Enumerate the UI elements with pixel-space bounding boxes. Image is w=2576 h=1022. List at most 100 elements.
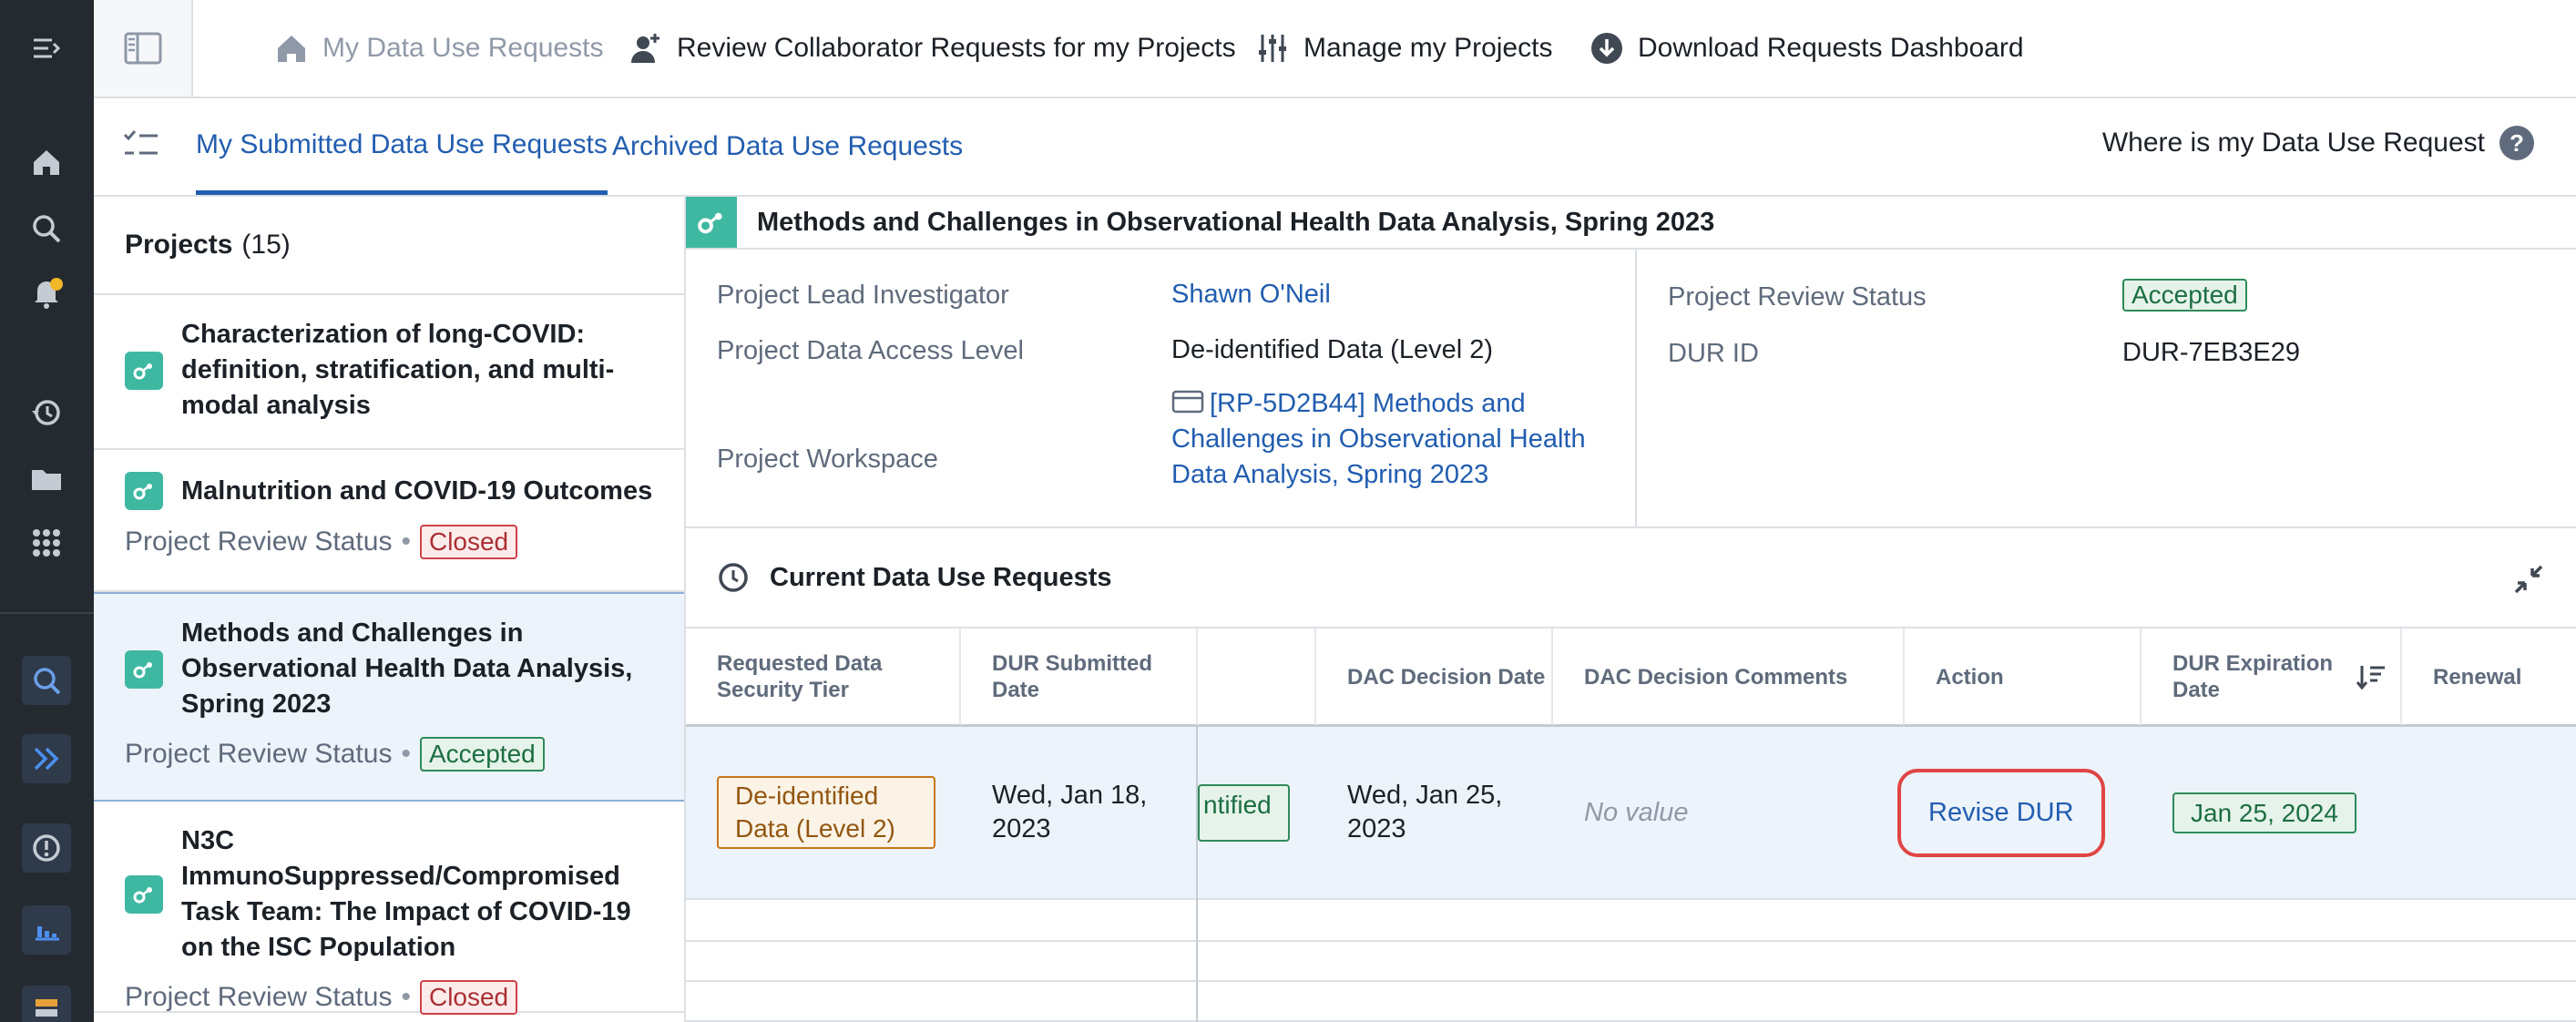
minimize-icon[interactable] [2512,563,2545,596]
project-status: Project Review Status • Closed [125,980,666,1015]
projects-title: Projects [125,230,233,260]
dur-id-label: DUR ID [1668,339,1759,368]
menu-collapse-icon[interactable] [26,27,67,69]
panel-toggle-button[interactable] [94,0,193,97]
tab-my-submitted-requests[interactable]: My Submitted Data Use Requests [196,98,608,195]
project-icon [125,351,163,390]
col-dac-decision-date[interactable]: DAC Decision Date [1316,629,1553,725]
review-status-label: Project Review Status [1668,282,1927,312]
cell-hidden: ntified [1198,727,1316,898]
access-value: De-identified Data (Level 2) [1171,335,1494,364]
separator: • [401,982,411,1012]
separator: • [401,739,411,769]
frozen-column-divider [1196,727,1198,1022]
project-detail-panel: Methods and Challenges in Observational … [686,197,2576,1022]
project-name: Characterization of long-COVID: definiti… [181,320,615,420]
project-icon [686,197,737,248]
separator: • [401,526,411,557]
nav-review-collaborator-requests[interactable]: Review Collaborator Requests for my Proj… [628,26,1236,71]
nav-download-requests-dashboard[interactable]: Download Requests Dashboard [1589,26,2024,71]
project-info-left: Project Lead Investigator Shawn O'Neil P… [686,250,1637,526]
empty-row [686,982,2576,1022]
error-icon[interactable] [22,823,71,873]
current-dur-section-header: Current Data Use Requests [686,528,2576,627]
detail-header: Methods and Challenges in Observational … [686,197,2576,250]
cell-dac-comments: No value [1553,727,1905,898]
nav-label: Download Requests Dashboard [1638,33,2024,63]
history-icon[interactable] [26,392,67,434]
col-submitted-date[interactable]: DUR Submitted Date [961,629,1198,725]
table-header: Requested Data Security Tier DUR Submitt… [686,627,2576,727]
project-card[interactable]: Characterization of long-COVID: definiti… [94,295,684,450]
nav-label: Review Collaborator Requests for my Proj… [677,33,1236,63]
table-icon[interactable] [22,986,71,1022]
project-name: Malnutrition and COVID-19 Outcomes [181,475,653,506]
status-label: Project Review Status [125,982,393,1012]
revise-dur-button[interactable]: Revise DUR [1897,768,2105,857]
top-navigation-bar: My Data Use Requests Review Collaborator… [94,0,2576,98]
workspace-name: [RP-5D2B44] Methods and Challenges in Ob… [1171,389,1586,489]
status-label: Project Review Status [125,526,393,557]
status-badge: Closed [419,980,518,1015]
folder-icon [1171,390,1204,414]
chart-icon[interactable] [22,905,71,955]
project-name: Methods and Challenges in Observational … [181,618,633,719]
where-is-my-request-link[interactable]: Where is my Data Use Request ? [2102,126,2534,160]
help-icon: ? [2499,126,2534,160]
nav-label: My Data Use Requests [322,33,604,63]
tab-label: Archived Data Use Requests [612,131,964,161]
folder-icon[interactable] [26,458,67,500]
status-badge: Closed [419,525,518,559]
home-icon[interactable] [26,141,67,183]
col-security-tier[interactable]: Requested Data Security Tier [686,629,961,725]
project-card[interactable]: N3C ImmunoSuppressed/Compromised Task Te… [94,802,684,1015]
clock-icon [719,563,748,592]
checklist-icon[interactable] [121,126,161,170]
cell-submitted: Wed, Jan 18, 2023 [961,727,1198,898]
project-status: Project Review Status • Accepted [125,737,666,772]
expiration-date-badge: Jan 25, 2024 [2172,792,2356,833]
project-info: Project Lead Investigator Shawn O'Neil P… [686,250,2576,528]
col-expiration-label: DUR Expiration Date [2172,651,2334,702]
empty-row [686,902,2576,942]
lead-link[interactable]: Shawn O'Neil [1171,277,1331,312]
current-dur-title: Current Data Use Requests [770,562,1112,592]
projects-header: Projects (15) [94,197,684,295]
dac-comments-value: No value [1584,797,1689,827]
dur-id-value: DUR-7EB3E29 [2122,338,2301,367]
user-add-icon [631,34,659,63]
cell-tier: De-identified Data (Level 2) [686,727,961,898]
empty-row [686,942,2576,982]
panel-layout-icon [124,32,161,65]
sliders-icon [1259,35,1286,62]
left-rail [0,0,94,1022]
search-icon[interactable] [26,208,67,250]
chevron-double-right-icon[interactable] [22,734,71,783]
col-action[interactable]: Action [1905,629,2142,725]
project-card-selected[interactable]: Methods and Challenges in Observational … [94,592,684,802]
nav-my-data-use-requests[interactable]: My Data Use Requests [273,26,603,71]
detail-title: Methods and Challenges in Observational … [757,207,1715,237]
project-icon [125,472,163,510]
tab-archived-requests[interactable]: Archived Data Use Requests [612,98,963,195]
nav-manage-my-projects[interactable]: Manage my Projects [1254,26,1552,71]
col-renewal[interactable]: Renewal [2402,629,2576,725]
project-card[interactable]: Malnutrition and COVID-19 Outcomes Proje… [94,450,684,592]
apps-grid-icon[interactable] [26,522,67,564]
col-dac-comments[interactable]: DAC Decision Comments [1553,629,1905,725]
sub-tabs-bar: My Submitted Data Use Requests Archived … [94,98,2576,197]
access-label: Project Data Access Level [717,336,1024,365]
status-badge: Accepted [419,737,545,772]
workspace-link[interactable]: [RP-5D2B44] Methods and Challenges in Ob… [1171,386,1600,493]
cell-action: Revise DUR [1897,727,2134,898]
notifications-icon[interactable] [26,271,67,313]
table-row: De-identified Data (Level 2) Wed, Jan 18… [686,727,2576,900]
col-expiration-date[interactable]: DUR Expiration Date [2142,629,2402,725]
search-app-icon[interactable] [22,656,71,705]
download-icon [1591,33,1622,64]
col-hidden [1198,629,1316,725]
sort-desc-icon[interactable] [2355,660,2387,693]
project-name: N3C ImmunoSuppressed/Compromised Task Te… [181,826,631,962]
submitted-date: Wed, Jan 18, 2023 [992,781,1148,843]
cell-dac-date: Wed, Jan 25, 2023 [1316,727,1553,898]
